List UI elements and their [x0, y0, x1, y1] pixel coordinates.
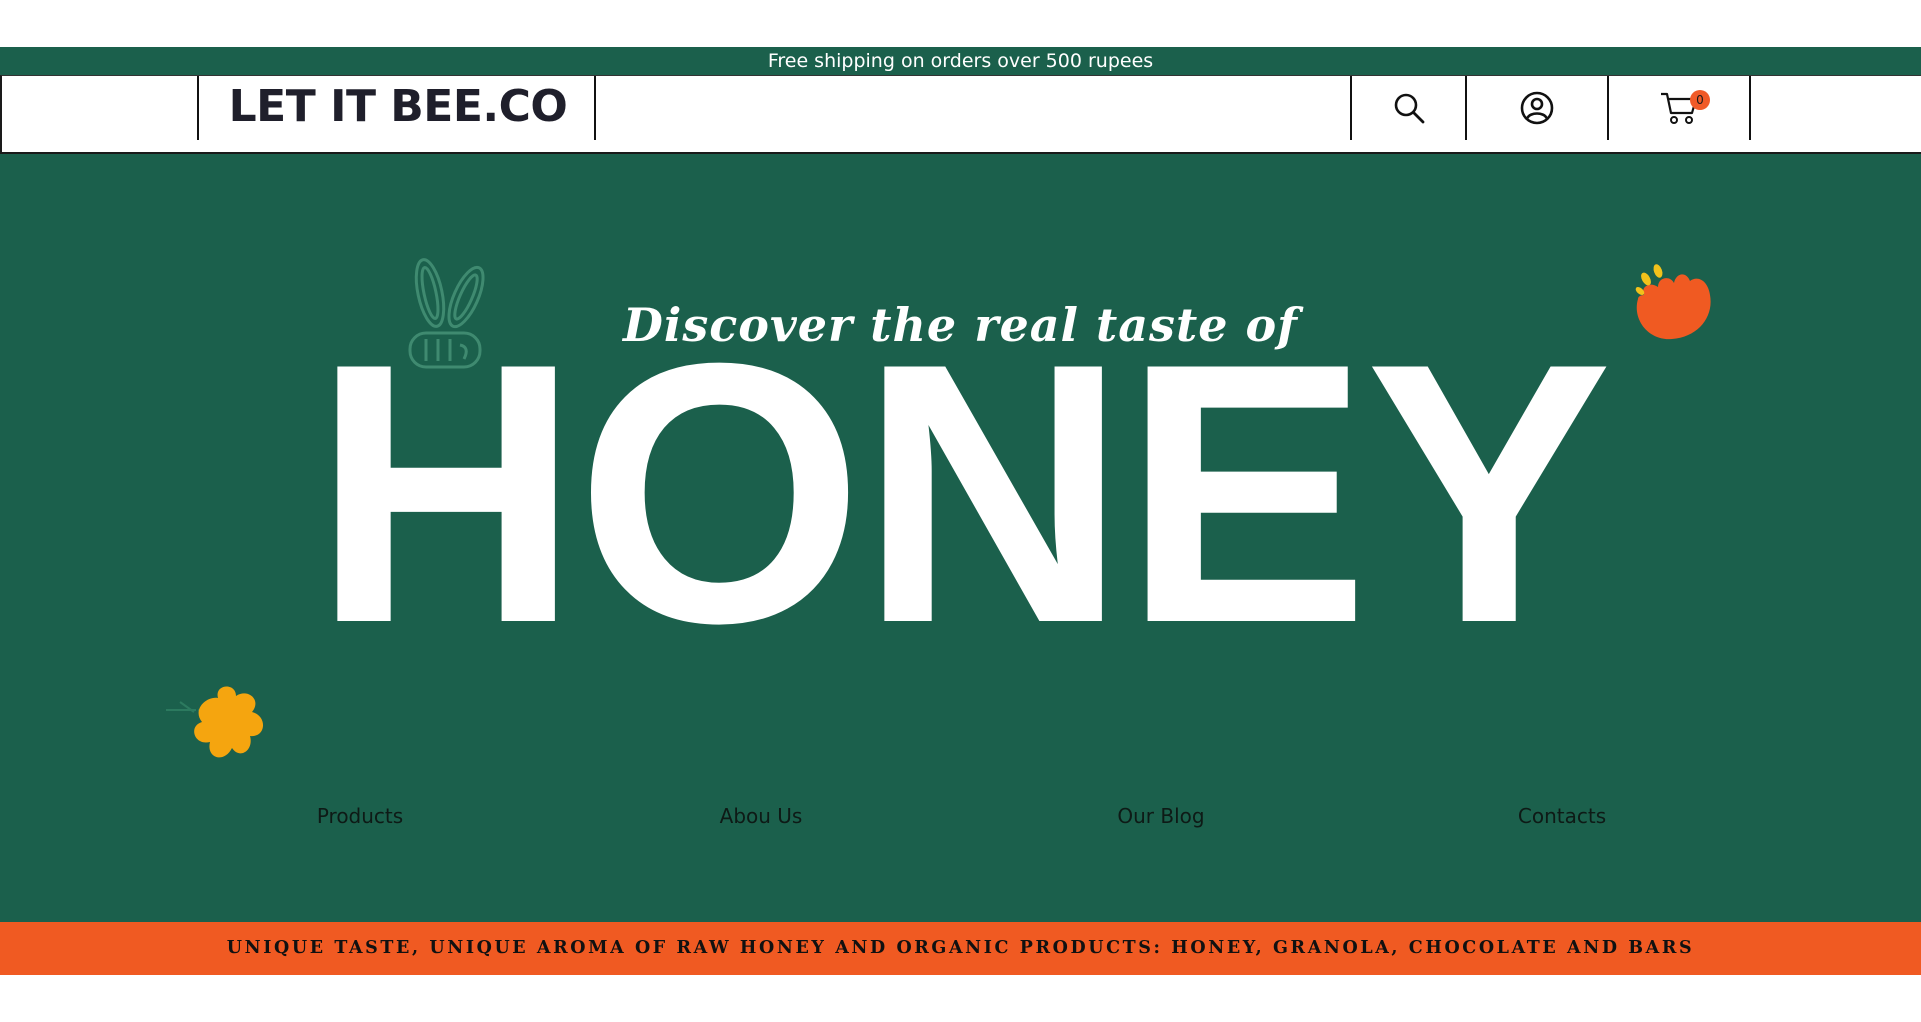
- header-divider: [1749, 76, 1751, 140]
- search-button[interactable]: [1352, 76, 1465, 140]
- cart-count-badge: 0: [1690, 90, 1710, 110]
- promo-bar: Free shipping on orders over 500 rupees: [0, 47, 1921, 75]
- marquee-banner: UNIQUE TASTE, UNIQUE AROMA OF RAW HONEY …: [0, 922, 1921, 975]
- nav-item-contacts[interactable]: Contacts: [1518, 804, 1606, 828]
- promo-text: Free shipping on orders over 500 rupees: [767, 50, 1154, 72]
- hero-banner: Discover the real taste of HONEY Product…: [0, 154, 1921, 922]
- nav-item-products[interactable]: Products: [317, 804, 403, 828]
- user-circle-icon: [1520, 91, 1554, 125]
- cart-button[interactable]: [1609, 76, 1749, 140]
- nav-item-blog[interactable]: Our Blog: [1117, 804, 1204, 828]
- site-header: LET IT BEE.CO 0: [0, 75, 1921, 154]
- marquee-text: UNIQUE TASTE, UNIQUE AROMA OF RAW HONEY …: [226, 938, 1695, 958]
- yellow-flower-icon: [166, 686, 264, 758]
- site-logo[interactable]: LET IT BEE.CO: [200, 76, 596, 140]
- header-divider: [594, 76, 596, 140]
- hero-title: HONEY: [312, 287, 1613, 700]
- account-button[interactable]: [1467, 76, 1607, 140]
- header-divider: [197, 76, 199, 140]
- nav-item-about[interactable]: Abou Us: [720, 804, 803, 828]
- search-icon: [1394, 93, 1424, 124]
- main-nav: Products Abou Us Our Blog Contacts: [0, 804, 1921, 844]
